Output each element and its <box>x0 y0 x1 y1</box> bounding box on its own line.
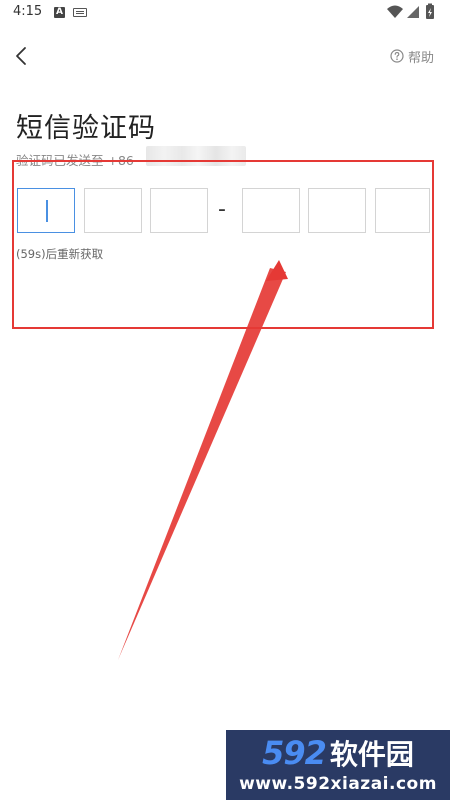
watermark-name: 软件园 <box>329 738 414 771</box>
wifi-icon <box>387 5 403 18</box>
annotation-highlight-box <box>12 160 434 329</box>
keyboard-icon <box>73 8 87 17</box>
help-label: 帮助 <box>407 50 434 66</box>
status-time: 4:15 <box>13 4 43 19</box>
chevron-left-icon <box>16 47 26 65</box>
status-right-icons <box>386 3 438 21</box>
status-bar: 4:15 A <box>0 0 450 26</box>
watermark-url: www.592xiazai.com <box>239 774 437 794</box>
watermark-number: 592 <box>262 734 327 772</box>
back-button[interactable] <box>12 42 32 70</box>
watermark-logo: 592 软件园 www.592xiazai.com <box>226 730 450 800</box>
page-title: 短信验证码 <box>16 113 156 144</box>
top-bar: 帮助 <box>0 38 450 74</box>
battery-icon <box>426 3 434 19</box>
help-circle-icon <box>390 49 404 63</box>
a-app-icon: A <box>54 7 65 18</box>
help-button[interactable]: 帮助 <box>390 46 434 66</box>
signal-icon <box>407 6 419 18</box>
